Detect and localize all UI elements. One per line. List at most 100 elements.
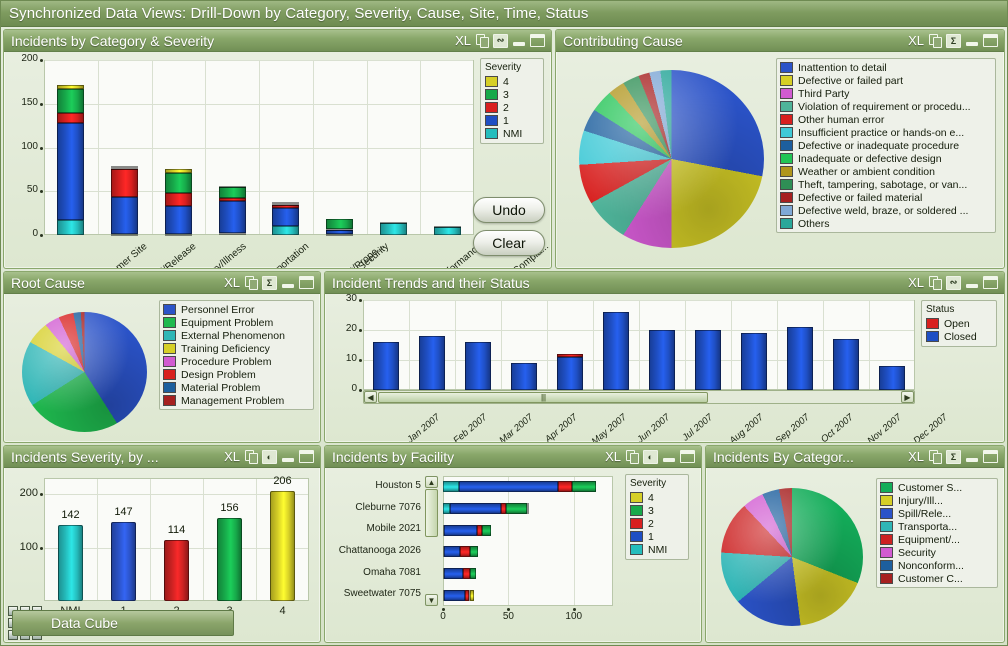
bar-segment[interactable] [57, 220, 84, 235]
legend-item[interactable]: Other human error [780, 113, 992, 126]
clear-button[interactable]: Clear [473, 230, 545, 256]
bar-segment[interactable] [444, 546, 460, 557]
bar[interactable] [164, 540, 188, 601]
scroll-up-button[interactable]: ▲ [425, 476, 438, 488]
legend-item[interactable]: Closed [926, 330, 992, 343]
scroll-thumb[interactable]: |||| [378, 392, 708, 403]
legend-item[interactable]: Material Problem [163, 381, 310, 394]
bar-segment[interactable] [470, 546, 478, 557]
root-cause-pie[interactable] [22, 312, 147, 432]
bar-segment[interactable] [603, 312, 629, 390]
legend-item[interactable]: 4 [630, 491, 684, 504]
bar-segment[interactable] [57, 123, 84, 220]
legend-item[interactable]: Violation of requirement or procedu... [780, 100, 992, 113]
legend-item[interactable]: Security [880, 546, 994, 559]
bar[interactable] [217, 518, 241, 601]
bar-segment[interactable] [434, 227, 461, 235]
copy-icon[interactable] [929, 34, 941, 47]
legend-item[interactable]: Personnel Error [163, 303, 310, 316]
legend-item[interactable]: Inattention to detail [780, 61, 992, 74]
bar-segment[interactable] [459, 481, 558, 492]
legend-item[interactable]: 1 [485, 114, 539, 127]
legend-item[interactable]: Customer S... [880, 481, 994, 494]
line-chart-icon[interactable]: ∾ [493, 34, 508, 48]
legend-item[interactable]: Defective or inadequate procedure [780, 139, 992, 152]
maximize-button[interactable] [983, 34, 998, 47]
copy-icon[interactable] [929, 276, 941, 289]
legend-item[interactable]: Others [780, 217, 992, 230]
bar-segment[interactable] [111, 168, 138, 170]
bar[interactable] [111, 522, 135, 601]
maximize-button[interactable] [983, 450, 998, 463]
scroll-left-button[interactable]: ◀ [364, 391, 377, 403]
bar-segment[interactable] [111, 169, 138, 196]
bar-segment[interactable] [111, 197, 138, 235]
export-excel-button[interactable]: XL [908, 449, 924, 464]
bar-segment[interactable] [272, 226, 299, 235]
bar-segment[interactable] [165, 169, 192, 173]
maximize-button[interactable] [680, 450, 695, 463]
pie-chart-icon[interactable]: ◐ [643, 450, 658, 464]
legend-item[interactable]: Inadequate or defective design [780, 152, 992, 165]
bar-segment[interactable] [463, 568, 471, 579]
bar[interactable] [270, 491, 294, 601]
bar-segment[interactable] [165, 206, 192, 234]
bar-segment[interactable] [470, 568, 475, 579]
minimize-button[interactable] [966, 458, 978, 462]
copy-icon[interactable] [929, 450, 941, 463]
bar-segment[interactable] [572, 481, 596, 492]
bar-segment[interactable] [419, 336, 445, 390]
sum-icon[interactable]: Σ [262, 276, 277, 290]
legend-item[interactable]: Spill/Rele... [880, 507, 994, 520]
legend-item[interactable]: Nonconform... [880, 559, 994, 572]
trends-scrollbar[interactable]: ◀ |||| ▶ [363, 390, 915, 404]
bar-segment[interactable] [272, 205, 299, 208]
export-excel-button[interactable]: XL [224, 449, 240, 464]
bar-segment[interactable] [444, 568, 462, 579]
bar-segment[interactable] [219, 233, 246, 235]
bar-segment[interactable] [434, 226, 461, 228]
minimize-button[interactable] [966, 42, 978, 46]
bar-segment[interactable] [57, 89, 84, 113]
bar-segment[interactable] [373, 342, 399, 390]
legend-item[interactable]: NMI [485, 127, 539, 140]
bar[interactable] [58, 525, 82, 601]
export-excel-button[interactable]: XL [224, 275, 240, 290]
bar-segment[interactable] [460, 546, 470, 557]
bar-segment[interactable] [558, 481, 572, 492]
bar-segment[interactable] [272, 204, 299, 206]
legend-item[interactable]: Training Deficiency [163, 342, 310, 355]
bar-segment[interactable] [326, 229, 353, 231]
scroll-right-button[interactable]: ▶ [901, 391, 914, 403]
legend-item[interactable]: Defective or failed material [780, 191, 992, 204]
legend-item[interactable]: NMI [630, 543, 684, 556]
bar-segment[interactable] [557, 354, 583, 357]
maximize-button[interactable] [299, 276, 314, 289]
bar-segment[interactable] [219, 201, 246, 233]
legend-item[interactable]: Insufficient practice or hands-on e... [780, 126, 992, 139]
minimize-button[interactable] [513, 42, 525, 46]
sum-icon[interactable]: Σ [946, 34, 961, 48]
bar-segment[interactable] [511, 363, 537, 390]
export-excel-button[interactable]: XL [455, 33, 471, 48]
maximize-button[interactable] [983, 276, 998, 289]
legend-item[interactable]: Transporta... [880, 520, 994, 533]
bar-segment[interactable] [272, 202, 299, 204]
bar-segment[interactable] [111, 166, 138, 168]
contributing-cause-pie[interactable] [579, 70, 764, 248]
bar-segment[interactable] [326, 219, 353, 229]
bar-segment[interactable] [470, 590, 474, 601]
legend-item[interactable]: 1 [630, 530, 684, 543]
legend-item[interactable]: Design Problem [163, 368, 310, 381]
line-chart-icon[interactable]: ∾ [946, 276, 961, 290]
bar-segment[interactable] [450, 503, 501, 514]
pie-chart-icon[interactable]: ◐ [262, 450, 277, 464]
bar-segment[interactable] [879, 366, 905, 390]
legend-item[interactable]: Equipment/... [880, 533, 994, 546]
bar-segment[interactable] [527, 503, 530, 514]
bar-segment[interactable] [380, 223, 407, 235]
legend-item[interactable]: 4 [485, 75, 539, 88]
bar-segment[interactable] [165, 193, 192, 206]
bar-segment[interactable] [649, 330, 675, 390]
legend-item[interactable]: Management Problem [163, 394, 310, 407]
